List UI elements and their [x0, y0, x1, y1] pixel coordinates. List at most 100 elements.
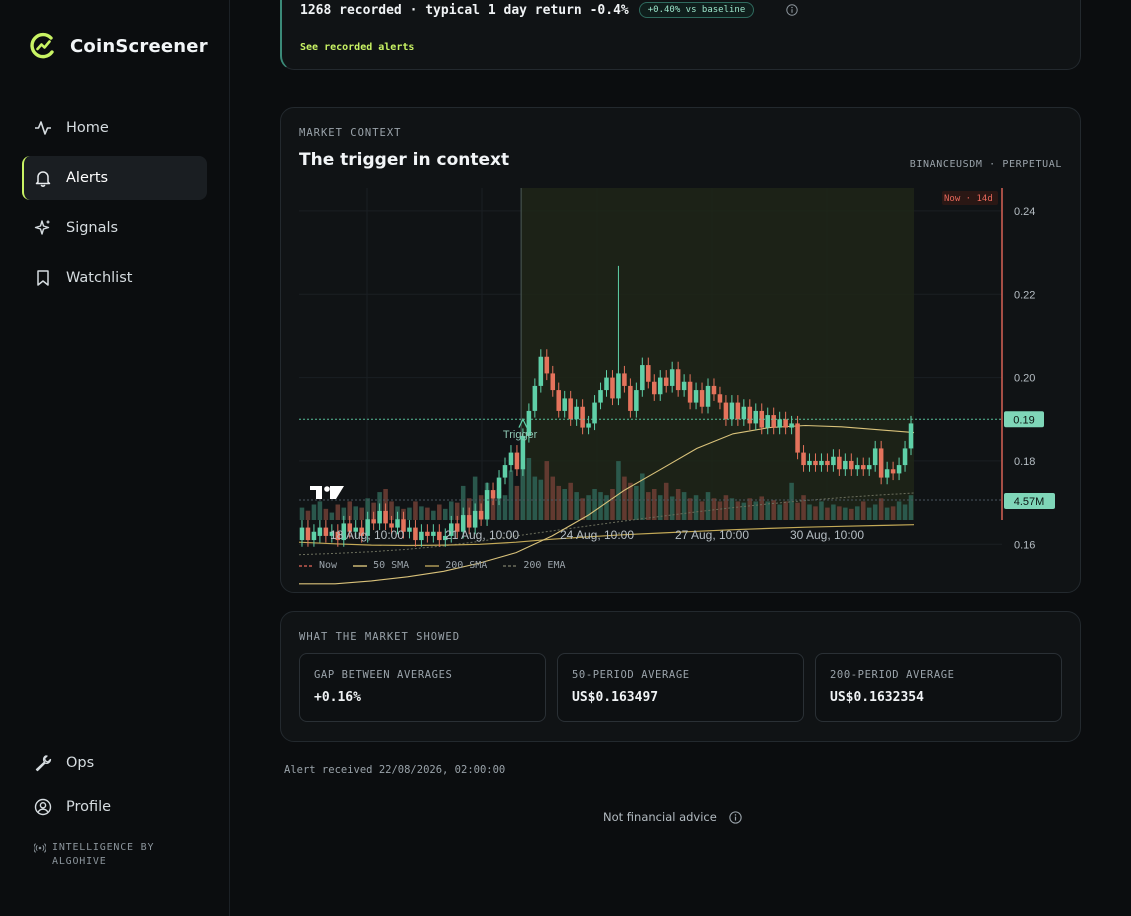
candle-body — [837, 456, 842, 470]
nav-watchlist[interactable]: Watchlist — [22, 256, 207, 300]
candle-body — [813, 460, 818, 466]
volume-bar — [717, 501, 723, 520]
volume-bar — [317, 501, 323, 520]
sma50-value: US$0.163497 — [572, 690, 659, 705]
candle-body — [514, 452, 520, 470]
sidebar: CoinScreener Home Alerts Signals Watchli… — [0, 0, 230, 916]
volume-bar — [592, 489, 597, 520]
volume-bar — [807, 504, 812, 520]
brand[interactable]: CoinScreener — [30, 32, 208, 60]
volume-bar — [616, 461, 621, 520]
volume-bar — [305, 510, 311, 520]
candle-body — [628, 385, 633, 411]
powered-by[interactable]: INTELLIGENCE BY ALGOHIVE — [34, 841, 154, 869]
volume-bar — [311, 504, 317, 520]
candle-body — [532, 385, 538, 411]
candle-body — [765, 415, 770, 428]
see-recorded-alerts-link[interactable]: See recorded alerts — [300, 42, 414, 53]
candle-body — [478, 510, 484, 520]
candle-body — [472, 510, 478, 528]
powered-line2: ALGOHIVE — [52, 856, 107, 867]
price-chart[interactable]: Trigger Now · 14d 0.24 0.22 0.20 0.18 0.16 0.19… — [281, 168, 1082, 598]
volume-bar — [795, 502, 800, 520]
post-trigger-window — [521, 188, 914, 520]
disclaimer-text: Not financial advice — [603, 810, 717, 824]
candle-body — [789, 423, 794, 428]
volume-bar — [335, 504, 341, 520]
candle-body — [699, 390, 705, 407]
candle-body — [305, 527, 311, 541]
nav-ops[interactable]: Ops — [22, 741, 207, 785]
candle-body — [610, 377, 615, 399]
info-icon[interactable] — [729, 810, 742, 824]
candle-body — [502, 465, 508, 478]
volume-bar — [604, 495, 609, 520]
candle-body — [669, 369, 675, 386]
nav-signals-label: Signals — [66, 220, 119, 236]
volume-bar — [329, 512, 335, 520]
candle-body — [496, 477, 502, 499]
candle-body — [771, 415, 776, 428]
candle-body — [807, 460, 812, 466]
volume-bar — [663, 482, 669, 520]
sma200-card: 200-PERIOD AVERAGE US$0.1632354 — [815, 653, 1062, 722]
summary-stats: 1268 recorded · typical 1 day return -0.… — [300, 2, 629, 18]
volume-bar — [419, 506, 424, 520]
candle-body — [592, 402, 597, 424]
market-context-eyebrow: MARKET CONTEXT — [299, 127, 402, 139]
market-context-card: MARKET CONTEXT The trigger in context BI… — [280, 107, 1081, 593]
chart-watermark-icon — [310, 486, 344, 499]
volume-bar — [526, 458, 532, 520]
candle-body — [425, 531, 430, 536]
market-showed-card: WHAT THE MARKET SHOWED GAP BETWEEN AVERA… — [280, 611, 1081, 742]
price-tag: 0.19 — [1013, 414, 1034, 426]
gap-card: GAP BETWEEN AVERAGES +0.16% — [299, 653, 546, 722]
candle-body — [687, 381, 693, 403]
candle-body — [484, 490, 490, 520]
candle-body — [896, 465, 902, 474]
trigger-label: Trigger — [503, 429, 538, 441]
info-icon[interactable] — [786, 4, 798, 16]
gap-label: GAP BETWEEN AVERAGES — [314, 669, 453, 681]
candle-body — [651, 381, 657, 395]
volume-bar — [425, 507, 430, 520]
chart-legend: Now 50 SMA 200 SMA 200 EMA — [299, 560, 566, 571]
legend-sma200: 200 SMA — [425, 560, 487, 571]
candle-body — [419, 531, 424, 541]
volume-bar — [634, 485, 639, 520]
candle-body — [729, 402, 735, 420]
bell-icon — [35, 171, 51, 187]
volume-bar — [299, 507, 305, 520]
volume-bar — [508, 470, 514, 520]
nav-alerts[interactable]: Alerts — [22, 156, 207, 200]
nav-home[interactable]: Home — [22, 106, 207, 150]
volume-bar — [675, 489, 681, 520]
volume-bar — [896, 501, 902, 520]
volume-bar — [902, 504, 908, 520]
candle-body — [795, 423, 800, 453]
nav-signals[interactable]: Signals — [22, 206, 207, 250]
candle-body — [371, 519, 376, 524]
candle-body — [389, 523, 394, 528]
volume-bar — [622, 476, 627, 520]
candle-body — [508, 452, 514, 466]
activity-icon — [35, 121, 51, 135]
x-tick-label: 27 Aug, 10:00 — [675, 528, 749, 542]
volume-bar — [801, 495, 806, 520]
sparkles-icon — [34, 220, 50, 235]
candle-body — [568, 398, 573, 420]
candle-body — [884, 469, 890, 478]
nav-profile[interactable]: Profile — [22, 785, 207, 829]
volume-bar — [687, 498, 693, 520]
candle-body — [663, 377, 669, 386]
volume-bar — [646, 492, 651, 520]
candle-body — [317, 527, 323, 536]
candle-body — [693, 390, 699, 403]
candle-body — [735, 402, 741, 420]
candle-body — [705, 385, 711, 407]
candle-body — [657, 377, 663, 395]
volume-bar — [562, 489, 567, 520]
candle-body — [849, 460, 854, 470]
volume-bar — [413, 501, 418, 520]
sma50-label: 50-PERIOD AVERAGE — [572, 669, 690, 681]
